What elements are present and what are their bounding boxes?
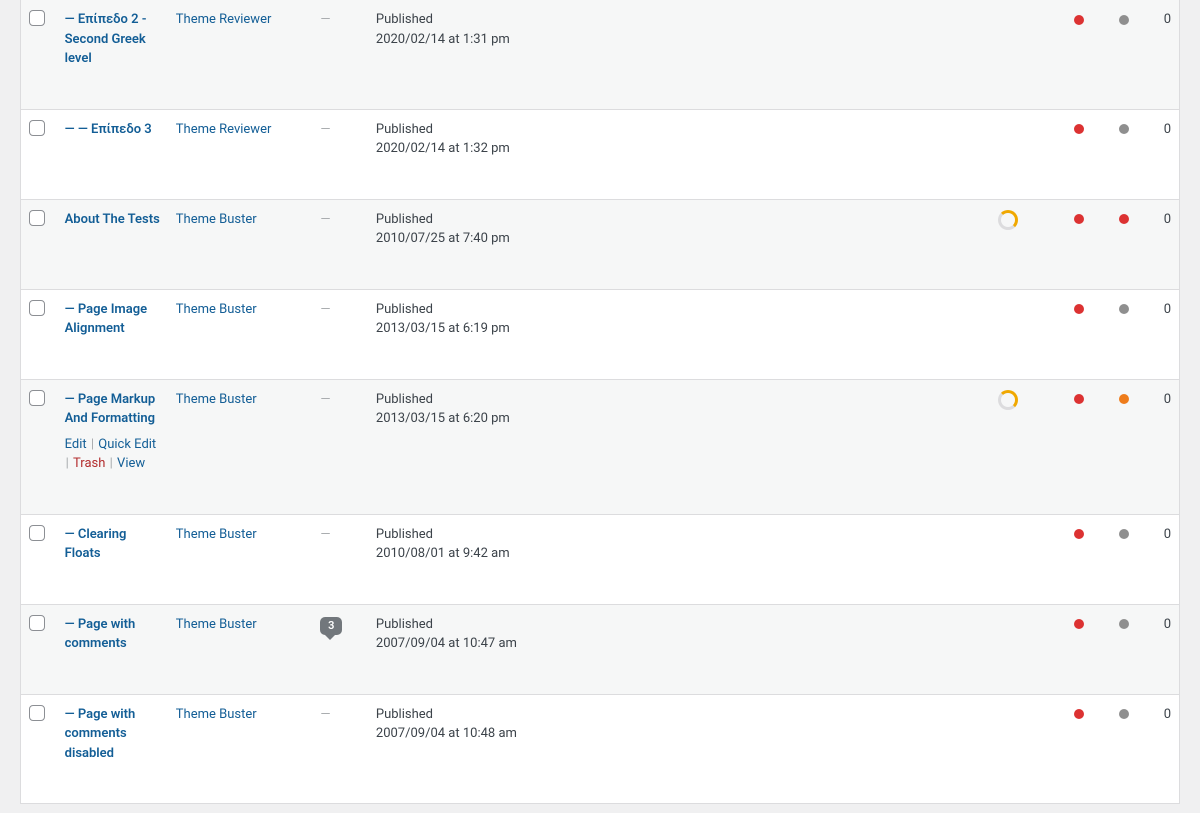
table-row: — Page with comments Theme Buster 3 Publ…	[21, 604, 1180, 694]
comments-dash: —	[320, 122, 330, 137]
trash-link[interactable]: Trash	[73, 456, 105, 471]
date-line: 2010/07/25 at 7:40 pm	[376, 229, 983, 249]
comments-dash: —	[320, 12, 330, 27]
comments-dash: —	[320, 212, 330, 227]
seo-dot-icon	[1074, 15, 1084, 25]
comments-dash: —	[320, 527, 330, 542]
row-select-checkbox[interactable]	[29, 300, 45, 316]
table-row: — Page Image Alignment Theme Buster — Pu…	[21, 289, 1180, 379]
page-title-link[interactable]: — Clearing Floats	[65, 525, 160, 564]
links-count: 0	[1164, 617, 1171, 632]
author-link[interactable]: Theme Reviewer	[176, 12, 272, 27]
readability-dot-icon	[1119, 619, 1129, 629]
analysis-ring-icon	[998, 210, 1018, 230]
date-line: 2010/08/01 at 9:42 am	[376, 544, 983, 564]
page-title-link[interactable]: — Page with comments	[65, 615, 160, 654]
date-status: Published	[376, 525, 983, 545]
table-row: — Επίπεδο 2 - Second Greek level Theme R…	[21, 0, 1180, 109]
links-count: 0	[1164, 302, 1171, 317]
page-title-link[interactable]: — Page with comments disabled	[65, 705, 160, 764]
row-select-checkbox[interactable]	[29, 615, 45, 631]
readability-dot-icon	[1119, 709, 1129, 719]
page-title-link[interactable]: — Επίπεδο 2 - Second Greek level	[65, 10, 160, 69]
author-link[interactable]: Theme Buster	[176, 212, 257, 227]
date-status: Published	[376, 10, 983, 30]
date-line: 2007/09/04 at 10:47 am	[376, 634, 983, 654]
author-link[interactable]: Theme Buster	[176, 527, 257, 542]
readability-dot-icon	[1119, 15, 1129, 25]
readability-dot-icon	[1119, 124, 1129, 134]
table-row: About The Tests Theme Buster — Published…	[21, 199, 1180, 289]
comments-dash: —	[320, 707, 330, 722]
row-select-checkbox[interactable]	[29, 10, 45, 26]
date-status: Published	[376, 390, 983, 410]
edit-link[interactable]: Edit	[65, 437, 87, 452]
seo-dot-icon	[1074, 619, 1084, 629]
row-actions: Edit | Quick Edit | Trash | View	[65, 435, 160, 474]
row-select-checkbox[interactable]	[29, 210, 45, 226]
date-line: 2020/02/14 at 1:32 pm	[376, 139, 983, 159]
seo-dot-icon	[1074, 394, 1084, 404]
row-select-checkbox[interactable]	[29, 120, 45, 136]
readability-dot-icon	[1119, 394, 1129, 404]
seo-dot-icon	[1074, 529, 1084, 539]
table-row: — Page Markup And Formatting Edit | Quic…	[21, 379, 1180, 514]
seo-dot-icon	[1074, 124, 1084, 134]
date-status: Published	[376, 210, 983, 230]
comments-dash: —	[320, 302, 330, 317]
table-row: — Page with comments disabled Theme Bust…	[21, 694, 1180, 804]
seo-dot-icon	[1074, 304, 1084, 314]
links-count: 0	[1164, 122, 1171, 137]
date-status: Published	[376, 120, 983, 140]
date-line: 2020/02/14 at 1:31 pm	[376, 30, 983, 50]
links-count: 0	[1164, 392, 1171, 407]
page-title-link[interactable]: — Page Image Alignment	[65, 300, 160, 339]
seo-dot-icon	[1074, 214, 1084, 224]
page-title-link[interactable]: — — Επίπεδο 3	[65, 120, 152, 140]
analysis-ring-icon	[998, 390, 1018, 410]
date-status: Published	[376, 705, 983, 725]
links-count: 0	[1164, 212, 1171, 227]
pages-table: — Επίπεδο 2 - Second Greek level Theme R…	[20, 0, 1180, 804]
readability-dot-icon	[1119, 304, 1129, 314]
row-select-checkbox[interactable]	[29, 390, 45, 406]
links-count: 0	[1164, 707, 1171, 722]
date-status: Published	[376, 615, 983, 635]
date-status: Published	[376, 300, 983, 320]
view-link[interactable]: View	[117, 456, 145, 471]
seo-dot-icon	[1074, 709, 1084, 719]
row-select-checkbox[interactable]	[29, 525, 45, 541]
author-link[interactable]: Theme Buster	[176, 617, 257, 632]
comments-dash: —	[320, 392, 330, 407]
date-line: 2013/03/15 at 6:19 pm	[376, 319, 983, 339]
table-row: — — Επίπεδο 3 Theme Reviewer — Published…	[21, 109, 1180, 199]
table-row: — Clearing Floats Theme Buster — Publish…	[21, 514, 1180, 604]
page-title-link[interactable]: About The Tests	[65, 210, 160, 230]
date-line: 2007/09/04 at 10:48 am	[376, 724, 983, 744]
comment-count-bubble[interactable]: 3	[320, 617, 342, 635]
date-line: 2013/03/15 at 6:20 pm	[376, 409, 983, 429]
author-link[interactable]: Theme Buster	[176, 302, 257, 317]
quick-edit-link[interactable]: Quick Edit	[98, 437, 156, 452]
author-link[interactable]: Theme Reviewer	[176, 122, 272, 137]
author-link[interactable]: Theme Buster	[176, 707, 257, 722]
row-select-checkbox[interactable]	[29, 705, 45, 721]
readability-dot-icon	[1119, 214, 1129, 224]
readability-dot-icon	[1119, 529, 1129, 539]
author-link[interactable]: Theme Buster	[176, 392, 257, 407]
page-title-link[interactable]: — Page Markup And Formatting	[65, 390, 160, 429]
links-count: 0	[1164, 527, 1171, 542]
links-count: 0	[1164, 12, 1171, 27]
